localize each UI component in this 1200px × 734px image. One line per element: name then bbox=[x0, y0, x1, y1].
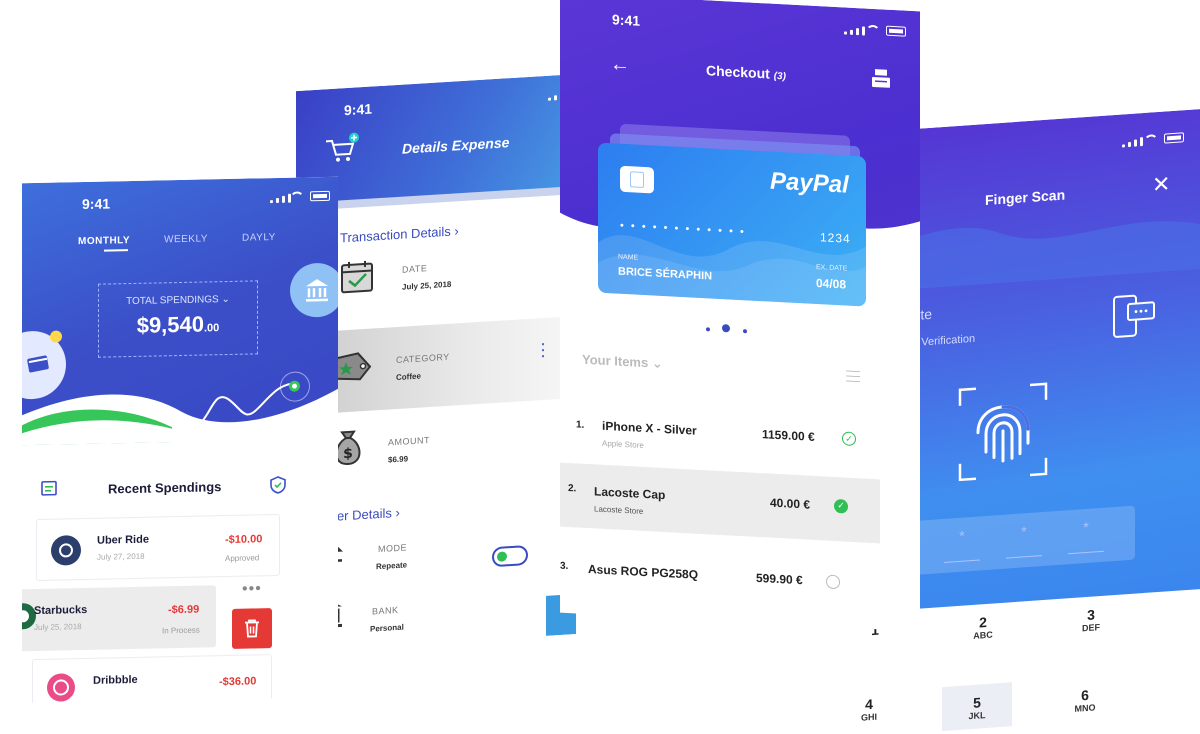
back-arrow-icon[interactable]: ← bbox=[610, 53, 630, 77]
date-label: DATE bbox=[402, 263, 428, 275]
spending-amount: -$6.99 bbox=[168, 603, 200, 617]
key-4[interactable]: 4 GHI bbox=[834, 694, 904, 725]
checkbox-checked-icon[interactable]: ✓ bbox=[834, 498, 848, 514]
bank-label: BANK bbox=[372, 604, 399, 617]
more-vertical-icon[interactable]: · · · bbox=[540, 333, 546, 365]
status-time: 9:41 bbox=[82, 195, 111, 213]
spending-name: Dribbble bbox=[93, 673, 138, 687]
trash-icon bbox=[245, 619, 259, 638]
pin-digit: * bbox=[944, 526, 980, 563]
trend-point[interactable] bbox=[289, 380, 300, 392]
item-price: 1159.00 € bbox=[762, 427, 815, 444]
mode-label: MODE bbox=[378, 542, 407, 555]
calendar-list-icon[interactable] bbox=[40, 479, 58, 497]
item-count: (3) bbox=[773, 70, 786, 83]
pin-digit: * bbox=[1068, 517, 1104, 555]
tab-daily[interactable]: DAYLY bbox=[242, 232, 276, 244]
name-label: NAME bbox=[618, 253, 639, 262]
status-time: 9:41 bbox=[612, 11, 641, 29]
dribbble-logo-icon bbox=[47, 673, 75, 702]
cart-add-icon[interactable] bbox=[324, 131, 360, 165]
card-brand: PayPal bbox=[770, 167, 849, 199]
details-expense-screen: 9:41 Details Expense Transaction Details… bbox=[296, 72, 596, 652]
spending-status: Approved bbox=[225, 553, 260, 564]
bank-icon bbox=[306, 279, 328, 302]
toggle-knob bbox=[497, 551, 507, 562]
category-value: Coffee bbox=[396, 371, 421, 383]
card-last4: 1234 bbox=[820, 230, 851, 246]
wifi-icon bbox=[290, 191, 304, 202]
total-label: TOTAL SPENDINGS ⌄ bbox=[126, 293, 230, 308]
uber-logo-icon bbox=[51, 535, 81, 566]
spending-name: Uber Ride bbox=[97, 533, 149, 547]
item-price: 40.00 € bbox=[770, 495, 811, 512]
showcase-stage: Finger Scan ✕ mplete Your Verification bbox=[0, 0, 1200, 734]
checkbox-checked-icon[interactable]: ✓ bbox=[842, 431, 856, 447]
spending-status: In Process bbox=[162, 625, 200, 636]
signal-icon bbox=[1122, 137, 1143, 148]
item-price: 599.90 € bbox=[756, 570, 803, 588]
checkbox-empty-icon[interactable] bbox=[826, 574, 840, 590]
spendings-screen: 9:41 MONTHLY WEEKLY DAYLY TOTAL SPENDING… bbox=[22, 176, 338, 704]
pin-digit: * bbox=[1006, 522, 1042, 559]
svg-text:$: $ bbox=[343, 446, 353, 463]
total-cents: .00 bbox=[204, 322, 220, 335]
trend-percent: +14.78% ↑ bbox=[248, 419, 287, 430]
battery-icon bbox=[886, 25, 906, 37]
item-store: Apple Store bbox=[602, 438, 644, 450]
spending-amount: -$10.00 bbox=[225, 533, 263, 547]
item-number: 3. bbox=[560, 560, 569, 573]
item-number: 1. bbox=[576, 419, 585, 431]
key-2[interactable]: 2 ABC bbox=[948, 612, 1018, 643]
phone-chat-icon bbox=[1113, 294, 1155, 338]
signal-icon bbox=[270, 193, 291, 204]
paypal-card[interactable]: PayPal • • • • • • • • • • • • 1234 NAME… bbox=[598, 142, 866, 307]
item-row-highlight[interactable] bbox=[560, 461, 880, 544]
tab-monthly[interactable]: MONTHLY bbox=[78, 235, 130, 247]
bank-button[interactable] bbox=[290, 262, 338, 318]
shield-icon[interactable] bbox=[270, 476, 286, 494]
checkout-screen: 9:41 ← Checkout (3) PayPal • • • • • • •… bbox=[560, 0, 920, 632]
amount-value: $6.99 bbox=[388, 454, 409, 465]
key-5[interactable]: 5 JKL bbox=[942, 682, 1012, 732]
chip-icon bbox=[620, 165, 654, 194]
fingerprint-icon bbox=[958, 382, 1048, 482]
mode-toggle[interactable] bbox=[492, 544, 528, 568]
total-amount: $9,540.00 bbox=[136, 311, 220, 338]
your-items-dropdown[interactable]: Your Items ⌄ bbox=[582, 352, 663, 372]
item-number: 2. bbox=[568, 482, 577, 495]
recent-spendings-title: Recent Spendings bbox=[108, 479, 222, 497]
close-icon[interactable]: ✕ bbox=[1152, 171, 1170, 198]
more-options-icon[interactable]: ••• bbox=[242, 580, 262, 598]
sort-icon[interactable]: — — — bbox=[846, 362, 860, 389]
mode-value: Repeate bbox=[376, 560, 408, 572]
item-name: Asus ROG PG258Q bbox=[588, 562, 699, 582]
cash-register-icon[interactable] bbox=[870, 67, 892, 90]
battery-icon bbox=[310, 190, 330, 202]
spending-date: July 25, 2018 bbox=[34, 622, 82, 633]
spending-card-dribbble[interactable]: Dribbble -$36.00 bbox=[32, 654, 272, 704]
total-spendings-box[interactable]: TOTAL SPENDINGS ⌄ $9,540.00 bbox=[98, 280, 258, 358]
battery-icon bbox=[1164, 132, 1184, 144]
wifi-icon bbox=[1144, 134, 1158, 145]
calendar-icon bbox=[341, 260, 373, 294]
key-3[interactable]: 3 DEF bbox=[1056, 604, 1126, 635]
carousel-dots[interactable] bbox=[706, 318, 747, 338]
key-6[interactable]: 6 MNO bbox=[1050, 685, 1120, 716]
spending-card-uber[interactable]: Uber Ride July 27, 2018 -$10.00 Approved bbox=[36, 513, 280, 582]
credit-card-icon bbox=[27, 355, 49, 373]
item-name: iPhone X - Silver bbox=[602, 418, 697, 438]
spending-amount: -$36.00 bbox=[219, 675, 257, 689]
signal-icon bbox=[844, 25, 865, 36]
spending-name: Starbucks bbox=[34, 603, 88, 618]
status-time: 9:41 bbox=[344, 100, 373, 119]
delete-button[interactable] bbox=[232, 608, 272, 649]
spending-date: July 27, 2018 bbox=[97, 551, 145, 562]
tab-weekly[interactable]: WEEKLY bbox=[164, 233, 208, 245]
spending-card-starbucks[interactable]: Starbucks July 25, 2018 -$6.99 In Proces… bbox=[22, 585, 216, 652]
expiry-date: 04/08 bbox=[816, 275, 847, 292]
